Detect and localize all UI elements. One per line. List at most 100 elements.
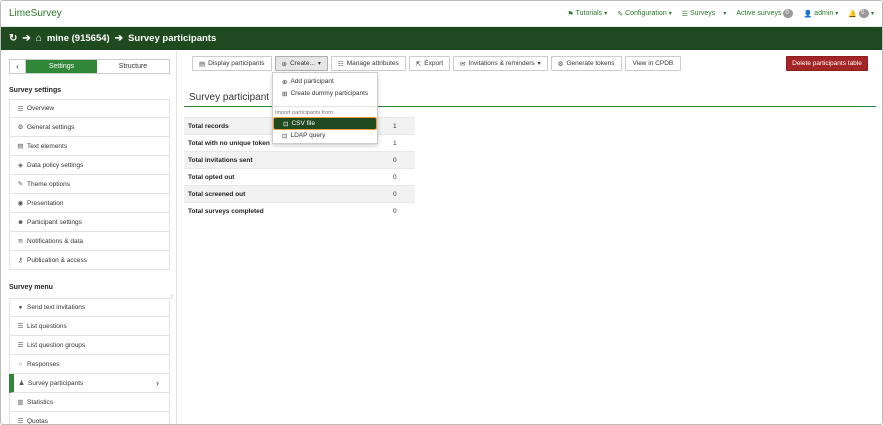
export-button[interactable]: ⇱ Export [408,56,451,71]
generate-tokens-button[interactable]: ⚙ Generate tokens [550,56,622,71]
admin-menu[interactable]: 👤 admin ▾ [803,10,838,18]
add-participant-menu-item[interactable]: ⊕ Add participant [273,76,377,87]
file-text-icon: ▤ [17,143,24,150]
comment-icon: ● [18,304,23,311]
sidebar-item-text-elements[interactable]: ▤ Text elements [9,137,170,156]
survey-settings-heading: Survey settings [9,87,62,94]
gear-icon: ⚙ [557,60,564,68]
chevron-left-icon: ‹ [16,62,19,71]
manage-attributes-button[interactable]: ☷ Manage attributes [330,56,406,71]
gears-icon: ⚙ [17,124,24,131]
sidebar-item-list-question-groups[interactable]: ☰ List question groups [9,336,170,355]
create-dropdown-button[interactable]: ⊕ Create... ▾ [274,56,328,71]
invitations-reminders-button[interactable]: ✉ Invitations & reminders ▾ [453,56,548,71]
list-icon: ☰ [17,342,24,349]
breadcrumb-survey[interactable]: mine (915654) [47,33,110,44]
import-csv-menu-item[interactable]: ⊡ CSV file [273,117,377,130]
sidebar-item-list-questions[interactable]: ☰ List questions [9,317,170,336]
notifications-badge: 0 [858,9,869,18]
create-dropdown-menu: ⊕ Add participant ⊞ Create dummy participa… [272,72,378,144]
sidebar-item-data-policy[interactable]: ◈ Data policy settings [9,156,170,175]
sidebar-item-general-settings[interactable]: ⚙ General settings [9,118,170,137]
bar-chart-icon: ▥ [17,399,24,406]
caret-down-icon: ▾ [537,61,541,67]
active-surveys-link[interactable]: Active surveys 0 [736,9,794,18]
plus-square-icon: ⊞ [282,90,288,98]
caret-down-icon: ▾ [835,11,839,17]
list-icon: ☰ [17,323,24,330]
table-row: Total surveys completed 0 [184,202,415,220]
sidebar-item-survey-participants[interactable]: ♟ Survey participants › [9,374,170,393]
list-icon: ☰ [17,105,24,113]
top-navbar: LimeSurvey ⚑ Tutorials ▾ ✎ Configuration ▾ ☰… [1,1,882,27]
comment-outline-icon: ○ [18,360,23,368]
display-participants-button[interactable]: ▤ Display participants [192,56,272,71]
table-row: Total screened out 0 [184,185,415,203]
export-icon: ⇱ [415,60,422,68]
user-icon: ♟ [18,380,25,387]
brand-logo[interactable]: LimeSurvey [9,8,62,19]
sidebar-resize-handle[interactable]: ⁞ [171,295,173,301]
table-row: Total opted out 0 [184,168,415,186]
caret-down-icon: ▾ [604,11,608,17]
create-dummy-participants-menu-item[interactable]: ⊞ Create dummy participants [273,88,377,99]
caret-down-icon: ▾ [317,61,321,67]
tab-structure[interactable]: Structure [97,60,169,73]
import-icon: ⊡ [282,132,288,140]
sidebar-item-presentation[interactable]: ◉ Presentation [9,194,170,213]
list-icon: ☰ [681,10,689,18]
sidebar-item-publication[interactable]: ⚷ Publication & access [9,251,170,270]
arrow-right-icon: ➔ [22,33,31,44]
active-surveys-badge: 0 [783,9,794,18]
feed-icon: ≋ [17,238,24,245]
home-icon: ⌂ [35,33,42,44]
tasks-icon: ☰ [17,418,24,425]
caret-down-icon: ▾ [668,11,672,17]
sidebar-item-responses[interactable]: ○ Responses [9,355,170,374]
collapse-sidebar-button[interactable]: ‹ [10,60,26,73]
plus-circle-icon: ⊕ [282,78,288,86]
plus-circle-icon: ⊕ [281,60,287,68]
arrow-right-icon: ➔ [114,33,124,44]
view-cpdb-button[interactable]: View in CPDB [624,56,682,71]
import-icon: ⊡ [283,120,289,128]
import-ldap-menu-item[interactable]: ⊡ LDAP query [273,130,377,141]
page-title: Survey participant s [189,92,277,103]
tutorials-menu[interactable]: ⚑ Tutorials ▾ [567,10,607,18]
wrench-icon: ✎ [617,10,624,18]
caret-down-icon: ▾ [723,11,727,17]
list-alt-icon: ▤ [199,60,206,68]
top-nav-links: ⚑ Tutorials ▾ ✎ Configuration ▾ ☰ Surveys ▾ Ac… [567,9,874,18]
eye-icon: ◉ [17,200,24,207]
sidebar-item-send-invitations[interactable]: ● Send text invitations [9,298,170,317]
sidebar-item-quotas[interactable]: ☰ Quotas [9,412,170,425]
configuration-menu[interactable]: ✎ Configuration ▾ [617,10,672,18]
envelope-icon: ✉ [460,60,466,68]
brush-icon: ✎ [17,181,24,188]
import-from-header: Import participants from: [275,110,335,116]
sidebar-item-notifications[interactable]: ≋ Notifications & data [9,232,170,251]
notifications-menu[interactable]: 🔔 0 ▾ [848,9,874,18]
menu-divider [273,106,377,107]
participants-toolbar: ▤ Display participants ⊕ Create... ▾ ☷ Manag… [192,56,682,71]
tab-settings[interactable]: Settings [26,60,97,73]
sidebar-tab-toggle: ‹ Settings Structure [9,59,170,74]
survey-menu-heading: Survey menu [9,284,53,291]
surveys-menu[interactable]: ☰ Surveys ▾ [682,10,727,18]
flag-icon: ⚑ [567,10,574,18]
users-icon: ☻ [17,218,24,226]
breadcrumb: ↻ ➔ ⌂ mine (915654) ➔ Survey participant… [1,27,882,50]
sidebar-item-theme-options[interactable]: ✎ Theme options [9,175,170,194]
sidebar: ‹ Settings Structure Survey settings ☰ Ov… [9,59,170,424]
tasks-icon: ☷ [337,60,344,68]
sidebar-item-participant-settings[interactable]: ☻ Participant settings [9,213,170,232]
app-window: LimeSurvey ⚑ Tutorials ▾ ✎ Configuration ▾ ☰… [0,0,883,425]
sidebar-item-statistics[interactable]: ▥ Statistics [9,393,170,412]
sidebar-item-overview[interactable]: ☰ Overview [9,99,170,118]
delete-participants-table-button[interactable]: Delete participants table [786,56,868,71]
sidebar-divider [176,51,177,424]
refresh-icon[interactable]: ↻ [9,33,17,44]
key-icon: ⚷ [18,257,23,264]
chevron-right-icon: › [156,378,159,388]
user-icon: 👤 [803,10,813,18]
